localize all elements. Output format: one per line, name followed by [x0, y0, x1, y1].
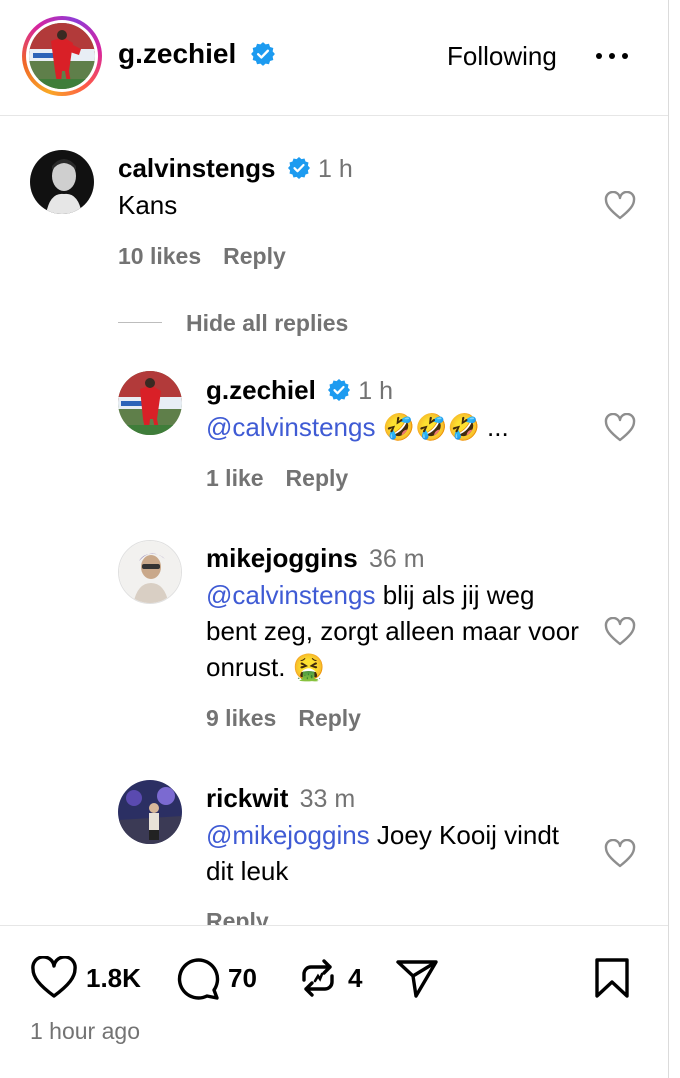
reply-username[interactable]: mikejoggins 36 m: [206, 543, 425, 574]
reply-username[interactable]: rickwit 33 m: [206, 783, 355, 814]
comment-item: calvinstengs 1 h Kans 10 likes Reply: [0, 0, 668, 300]
comment-username[interactable]: calvinstengs 1 h: [118, 153, 353, 184]
comment-icon[interactable]: [174, 956, 220, 1000]
username-text[interactable]: mikejoggins: [206, 543, 358, 573]
post-comments-panel: g.zechiel Following calvinstengs 1 h Kan…: [0, 0, 669, 1078]
reply-button[interactable]: Reply: [223, 243, 286, 269]
heart-icon[interactable]: [604, 413, 636, 443]
likes-count[interactable]: 10 likes: [118, 243, 201, 269]
avatar[interactable]: [118, 540, 182, 604]
reply-meta: 1 like Reply: [206, 465, 348, 492]
hide-replies-label[interactable]: Hide all replies: [186, 310, 348, 337]
username-text[interactable]: rickwit: [206, 783, 288, 813]
post-timestamp: 1 hour ago: [30, 1018, 140, 1044]
likes-count[interactable]: 9 likes: [206, 705, 276, 731]
post-actions-bar: 1.8K 70 4 1 hour ago: [0, 925, 668, 1078]
comment-count[interactable]: 70: [228, 963, 257, 994]
avatar[interactable]: [30, 150, 94, 214]
comment-text: Kans: [118, 190, 178, 220]
reply-button[interactable]: Reply: [286, 465, 349, 491]
save-action[interactable]: [592, 956, 632, 1000]
comment-action[interactable]: 70: [174, 956, 257, 1000]
bookmark-icon[interactable]: [592, 956, 632, 1000]
divider: [118, 322, 162, 323]
heart-icon[interactable]: [604, 839, 636, 869]
repost-icon[interactable]: [296, 956, 340, 1000]
mention-link[interactable]: @calvinstengs: [206, 412, 375, 442]
share-icon[interactable]: [394, 956, 440, 1000]
repost-action[interactable]: 4: [296, 956, 362, 1000]
username-text[interactable]: g.zechiel: [206, 375, 316, 405]
avatar[interactable]: [118, 371, 182, 435]
reply-text: @mikejoggins Joey Kooij vindt dit leuk: [206, 817, 586, 889]
mention-link[interactable]: @mikejoggins: [206, 820, 370, 850]
heart-icon[interactable]: [604, 617, 636, 647]
username-text[interactable]: calvinstengs: [118, 153, 276, 183]
mention-link[interactable]: @calvinstengs: [206, 580, 375, 610]
reply-time: 33 m: [299, 785, 356, 813]
heart-icon[interactable]: [604, 191, 636, 221]
verified-badge-icon: [287, 157, 310, 180]
reply-text: @calvinstengs blij als jij weg bent zeg,…: [206, 577, 586, 685]
share-action[interactable]: [394, 956, 440, 1000]
reply-body: 🤣🤣🤣 ...: [375, 412, 509, 442]
repost-count[interactable]: 4: [348, 963, 362, 994]
verified-badge-icon: [328, 379, 351, 402]
reply-button[interactable]: Reply: [298, 705, 361, 731]
heart-icon[interactable]: [30, 956, 78, 1000]
hide-replies-toggle[interactable]: Hide all replies: [118, 310, 418, 338]
comment-time: 1 h: [317, 155, 353, 183]
like-count[interactable]: 1.8K: [86, 963, 141, 994]
reply-time: 1 h: [358, 377, 394, 405]
comment-meta: 10 likes Reply: [118, 243, 286, 270]
reply-meta: 9 likes Reply: [206, 705, 361, 732]
reply-time: 36 m: [368, 545, 425, 573]
likes-count[interactable]: 1 like: [206, 465, 264, 491]
reply-text: @calvinstengs 🤣🤣🤣 ...: [206, 409, 586, 445]
reply-username[interactable]: g.zechiel 1 h: [206, 375, 393, 406]
avatar[interactable]: [118, 780, 182, 844]
like-action[interactable]: 1.8K: [30, 956, 141, 1000]
